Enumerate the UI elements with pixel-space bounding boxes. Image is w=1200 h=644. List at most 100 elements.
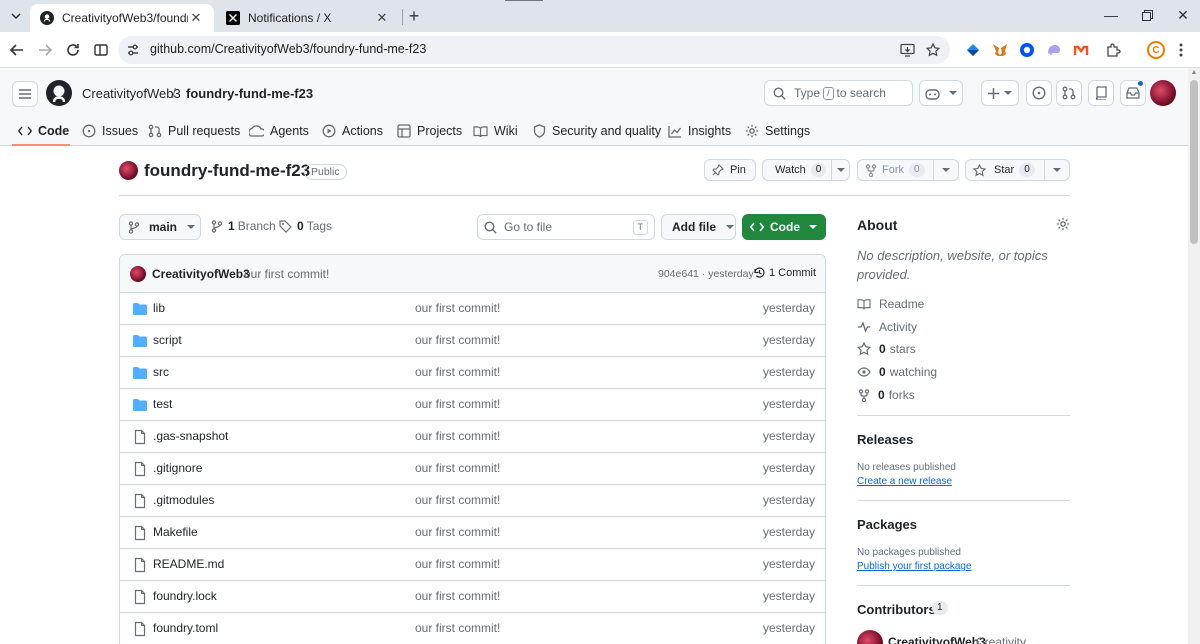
pin-button[interactable]: Pin [704, 159, 756, 181]
tab-actions[interactable]: Actions [322, 116, 383, 146]
scrollbar-thumb[interactable] [1190, 80, 1198, 244]
breadcrumb-owner[interactable]: CreativityofWeb3 [82, 86, 181, 101]
file-name[interactable]: src [153, 365, 169, 379]
issues-button[interactable] [1026, 80, 1052, 106]
forks-link[interactable]: 0 forks [857, 388, 915, 402]
branches-link[interactable]: 1 Branch [211, 219, 276, 233]
file-row[interactable]: src our first commit! yesterday [120, 357, 825, 389]
star-button[interactable]: Star 0 [965, 159, 1070, 181]
file-commit-message[interactable]: our first commit! [415, 333, 500, 347]
back-button[interactable] [6, 39, 28, 61]
global-menu-button[interactable] [12, 81, 38, 107]
commits-link[interactable]: 1 Commit [753, 266, 816, 279]
contributor-name[interactable]: CreativityofWeb3 [888, 635, 986, 644]
repositories-button[interactable] [1088, 80, 1114, 106]
breadcrumb-repo[interactable]: foundry-fund-me-f23 [186, 86, 313, 101]
watching-link[interactable]: 0 watching [857, 365, 937, 379]
file-row[interactable]: Makefile our first commit! yesterday [120, 517, 825, 549]
new-tab-button[interactable]: + [404, 6, 424, 26]
close-icon[interactable]: ✕ [374, 10, 390, 26]
close-icon[interactable]: ✕ [188, 10, 204, 26]
file-name[interactable]: script [153, 333, 182, 347]
file-row[interactable]: test our first commit! yesterday [120, 389, 825, 421]
star-dropdown[interactable] [1044, 160, 1069, 180]
file-commit-message[interactable]: our first commit! [415, 557, 500, 571]
add-file-button[interactable]: Add file [661, 214, 736, 240]
readme-link[interactable]: Readme [857, 297, 924, 311]
search-input[interactable]: Type / to search [764, 80, 913, 106]
more-menu-icon[interactable] [1172, 41, 1190, 59]
file-commit-message[interactable]: our first commit! [415, 429, 500, 443]
watch-dropdown[interactable] [831, 160, 850, 180]
file-commit-message[interactable]: our first commit! [415, 461, 500, 475]
file-name[interactable]: .gitmodules [153, 493, 214, 507]
file-row[interactable]: .gitignore our first commit! yesterday [120, 453, 825, 485]
m-extension-icon[interactable] [1072, 41, 1090, 59]
file-row[interactable]: README.md our first commit! yesterday [120, 549, 825, 581]
file-row[interactable]: .gitmodules our first commit! yesterday [120, 485, 825, 517]
copilot-button[interactable] [919, 80, 963, 106]
browser-tab-x[interactable]: Notifications / X ✕ [216, 4, 400, 32]
extension-icon[interactable] [964, 41, 982, 59]
file-name[interactable]: test [153, 397, 172, 411]
tab-settings[interactable]: Settings [745, 116, 810, 146]
tags-link[interactable]: 0 Tags [279, 219, 332, 233]
activity-link[interactable]: Activity [857, 320, 917, 334]
commit-message[interactable]: our first commit! [244, 267, 329, 281]
create-new-button[interactable] [981, 80, 1019, 106]
tab-insights[interactable]: Insights [668, 116, 731, 146]
tab-wiki[interactable]: Wiki [473, 116, 518, 146]
file-row[interactable]: foundry.toml our first commit! yesterday [120, 613, 825, 644]
file-commit-message[interactable]: our first commit! [415, 301, 500, 315]
tab-security[interactable]: Security and quality [533, 116, 661, 146]
file-name[interactable]: foundry.toml [153, 621, 218, 635]
split-view-button[interactable] [90, 39, 112, 61]
tab-pull-requests[interactable]: Pull requests [148, 116, 240, 146]
tab-projects[interactable]: Projects [397, 116, 462, 146]
commit-author-avatar[interactable] [130, 266, 146, 282]
address-bar[interactable]: github.com/CreativityofWeb3/foundry-fund… [118, 36, 950, 64]
commit-author[interactable]: CreativityofWeb3 [152, 267, 250, 281]
branch-selector[interactable]: main [119, 214, 201, 240]
reload-button[interactable] [62, 39, 84, 61]
watch-button[interactable]: Watch 0 [762, 159, 850, 181]
contributor-avatar[interactable] [857, 630, 883, 644]
file-name[interactable]: Makefile [153, 525, 198, 539]
file-row[interactable]: foundry.lock our first commit! yesterday [120, 581, 825, 613]
file-commit-message[interactable]: our first commit! [415, 589, 500, 603]
user-avatar[interactable] [1150, 80, 1176, 106]
file-name[interactable]: README.md [153, 557, 224, 571]
code-button[interactable]: Code [742, 214, 826, 240]
file-commit-message[interactable]: our first commit! [415, 493, 500, 507]
file-name[interactable]: .gitignore [153, 461, 202, 475]
install-app-icon[interactable] [898, 41, 916, 59]
github-logo-icon[interactable] [46, 80, 72, 106]
file-commit-message[interactable]: our first commit! [415, 525, 500, 539]
close-window-button[interactable]: ✕ [1170, 4, 1196, 26]
file-row[interactable]: .gas-snapshot our first commit! yesterday [120, 421, 825, 453]
create-release-link[interactable]: Create a new release [857, 476, 952, 487]
gear-icon[interactable] [1056, 217, 1070, 231]
file-commit-message[interactable]: our first commit! [415, 365, 500, 379]
releases-title[interactable]: Releases [857, 432, 913, 447]
go-to-file-input[interactable]: Go to file T [477, 214, 655, 240]
wallet-extension-icon[interactable] [1018, 41, 1036, 59]
maximize-button[interactable] [1134, 4, 1160, 26]
tab-code[interactable]: Code [18, 116, 69, 146]
file-name[interactable]: .gas-snapshot [153, 429, 228, 443]
tab-agents[interactable]: Agents [249, 116, 309, 146]
fork-dropdown[interactable] [933, 160, 958, 180]
minimize-button[interactable]: — [1098, 4, 1124, 26]
repo-owner-avatar[interactable] [119, 161, 138, 180]
extensions-puzzle-icon[interactable] [1104, 41, 1122, 59]
browser-tab-github[interactable]: CreativityofWeb3/foundry-fund ✕ [30, 4, 214, 32]
file-name[interactable]: lib [153, 301, 165, 315]
scroll-up-arrow[interactable]: ▲ [1190, 69, 1198, 77]
metamask-icon[interactable] [991, 41, 1009, 59]
stars-link[interactable]: 0 stars [857, 342, 916, 356]
file-row[interactable]: script our first commit! yesterday [120, 325, 825, 357]
repo-title[interactable]: foundry-fund-me-f23 [144, 161, 310, 181]
tab-search-button[interactable] [6, 6, 26, 26]
forward-button[interactable] [34, 39, 56, 61]
profile-avatar[interactable]: C [1147, 41, 1165, 59]
